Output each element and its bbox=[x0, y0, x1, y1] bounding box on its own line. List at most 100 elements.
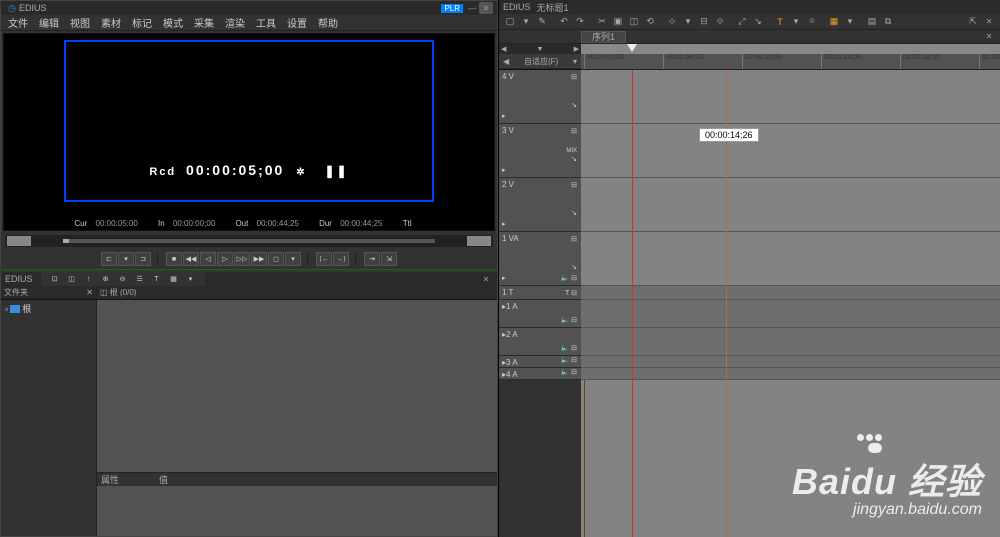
next-edit-button[interactable]: →⟩ bbox=[333, 252, 349, 266]
prev-edit-button[interactable]: ⟨← bbox=[316, 252, 332, 266]
track-header[interactable]: ▸4 A🔈 ⊟ bbox=[499, 368, 581, 380]
tl-snap-icon[interactable]: ⧉ bbox=[881, 15, 895, 29]
bin-folder-button[interactable]: ◫ bbox=[64, 272, 80, 286]
props-col-name: 属性 bbox=[101, 473, 119, 486]
bin-content-area[interactable]: ◫ 根 (0/0) 属性 值 bbox=[97, 286, 497, 536]
set-in-button[interactable]: ⊏ bbox=[101, 252, 117, 266]
track-lane[interactable] bbox=[581, 124, 1000, 178]
tl-export-icon[interactable]: ⇱ bbox=[966, 15, 980, 29]
nav-left-icon[interactable]: ◀ bbox=[501, 45, 506, 53]
menu-tool[interactable]: 工具 bbox=[251, 15, 281, 30]
bin-props-button[interactable]: ☰ bbox=[132, 272, 148, 286]
video-viewport[interactable]: Rcd 00:00:05;00 ✲ ❚❚ Cur 00:00:05;00 In … bbox=[3, 33, 495, 231]
fast-forward-button[interactable]: ▶▶ bbox=[251, 252, 267, 266]
tl-fade-icon[interactable]: ↘ bbox=[751, 15, 765, 29]
insert-button[interactable]: ⇥ bbox=[364, 252, 380, 266]
bin-root-item[interactable]: ▫ 根 bbox=[1, 300, 96, 317]
time-ruler[interactable]: 00:00:00;0000:00:08;0000:00:16;0000:00:2… bbox=[581, 44, 1000, 70]
seek-track[interactable] bbox=[63, 239, 435, 243]
tl-ripple-icon[interactable]: ⟲ bbox=[643, 15, 657, 29]
track-lane[interactable] bbox=[581, 286, 1000, 300]
playhead-line[interactable] bbox=[632, 70, 633, 537]
track-lane[interactable] bbox=[581, 178, 1000, 232]
dropdown-button[interactable]: ▾ bbox=[118, 252, 134, 266]
track-lane[interactable] bbox=[581, 300, 1000, 328]
loop-button[interactable]: ◻ bbox=[268, 252, 284, 266]
track-header[interactable]: 4 V⊟▸↘ bbox=[499, 70, 581, 124]
set-out-button[interactable]: ⊐ bbox=[135, 252, 151, 266]
menu-capture[interactable]: 采集 bbox=[189, 15, 219, 30]
track-lane[interactable] bbox=[581, 70, 1000, 124]
bin-search-button[interactable]: ⊡ bbox=[47, 272, 63, 286]
bin-folder-tree[interactable]: 文件夹✕ ▫ 根 bbox=[1, 286, 97, 536]
track-header[interactable]: 1 VA⊟🔈 ⊟▸↘ bbox=[499, 232, 581, 286]
next-frame-button[interactable]: ▷▷ bbox=[234, 252, 250, 266]
menu-clip[interactable]: 素材 bbox=[96, 15, 126, 30]
tl-splitdrop-icon[interactable]: ▾ bbox=[681, 15, 695, 29]
tl-title-icon[interactable]: T bbox=[773, 15, 787, 29]
seq-close-button[interactable]: ✕ bbox=[982, 31, 996, 43]
tl-copy-icon[interactable]: ▣ bbox=[611, 15, 625, 29]
tl-split-icon[interactable]: ⊹ bbox=[665, 15, 679, 29]
track-lane[interactable] bbox=[581, 232, 1000, 286]
play-button[interactable]: ▷ bbox=[217, 252, 233, 266]
prev-frame-button[interactable]: ◁ bbox=[200, 252, 216, 266]
track-lane[interactable] bbox=[581, 368, 1000, 380]
menu-render[interactable]: 渲染 bbox=[220, 15, 250, 30]
tl-layout-dropdown[interactable]: ▾ bbox=[843, 15, 857, 29]
track-header[interactable]: 3 V⊟MIX▸↘ bbox=[499, 124, 581, 178]
bin-up-button[interactable]: ↑ bbox=[81, 272, 97, 286]
tracks-area[interactable]: 00:00:14;26 bbox=[581, 70, 1000, 537]
tl-close-button[interactable]: ✕ bbox=[982, 16, 996, 28]
seek-bar[interactable] bbox=[5, 235, 493, 247]
menu-file[interactable]: 文件 bbox=[3, 15, 33, 30]
menu-view[interactable]: 视图 bbox=[65, 15, 95, 30]
tl-undo-icon[interactable]: ↶ bbox=[557, 15, 571, 29]
track-header[interactable]: 2 V⊟▸↘ bbox=[499, 178, 581, 232]
tl-redo-icon[interactable]: ↷ bbox=[573, 15, 587, 29]
bin-close-button[interactable]: ✕ bbox=[479, 273, 493, 285]
tl-cut-icon[interactable]: ✂ bbox=[595, 15, 609, 29]
nav-right-icon[interactable]: ▶ bbox=[574, 45, 579, 53]
tl-delete-icon[interactable]: ⊟ bbox=[697, 15, 711, 29]
track-header[interactable]: ▸3 A🔈 ⊟ bbox=[499, 356, 581, 368]
track-header[interactable]: ▸2 A🔈 ⊟ bbox=[499, 328, 581, 356]
tl-render-icon[interactable]: ▤ bbox=[865, 15, 879, 29]
tl-save-icon[interactable]: ✎ bbox=[535, 15, 549, 29]
tl-group-icon[interactable]: ⟐ bbox=[713, 15, 727, 29]
bin-tree-tab[interactable]: 文件夹✕ bbox=[1, 286, 96, 300]
nav-down-icon[interactable]: ▼ bbox=[537, 46, 544, 53]
menu-settings[interactable]: 设置 bbox=[282, 15, 312, 30]
tl-layout-icon[interactable]: ▦ bbox=[827, 15, 841, 29]
minimize-button[interactable]: — bbox=[465, 2, 479, 14]
menu-mode[interactable]: 模式 bbox=[158, 15, 188, 30]
rewind-button[interactable]: ◀◀ bbox=[183, 252, 199, 266]
menu-help[interactable]: 帮助 bbox=[313, 15, 343, 30]
menu-marker[interactable]: 标记 bbox=[127, 15, 157, 30]
tl-new-icon[interactable]: ▢ bbox=[503, 15, 517, 29]
menu-edit[interactable]: 编辑 bbox=[34, 15, 64, 30]
track-header[interactable]: ▸1 A🔈 ⊟ bbox=[499, 300, 581, 328]
bin-text-button[interactable]: T bbox=[149, 272, 165, 286]
playhead-caret[interactable] bbox=[627, 44, 637, 52]
loop-dropdown[interactable]: ▾ bbox=[285, 252, 301, 266]
bin-content-tab[interactable]: ◫ 根 (0/0) bbox=[97, 286, 497, 300]
tl-marker-icon[interactable]: ⌾ bbox=[805, 15, 819, 29]
bin-remove-button[interactable]: ⊖ bbox=[115, 272, 131, 286]
tl-transition-icon[interactable]: ⤢ bbox=[735, 15, 749, 29]
bin-view-button[interactable]: ▦ bbox=[166, 272, 182, 286]
star-icon: ✲ bbox=[296, 167, 306, 178]
bin-view-dropdown[interactable]: ▾ bbox=[183, 272, 199, 286]
bin-add-button[interactable]: ⊕ bbox=[98, 272, 114, 286]
track-lane[interactable] bbox=[581, 356, 1000, 368]
tl-paste-icon[interactable]: ◫ bbox=[627, 15, 641, 29]
track-header[interactable]: 1 TT ⊟ bbox=[499, 286, 581, 300]
track-lane[interactable] bbox=[581, 328, 1000, 356]
sequence-tab[interactable]: 序列1 bbox=[581, 31, 626, 43]
close-button[interactable]: ✕ bbox=[479, 2, 493, 14]
autofit-dropdown[interactable]: ◀自适应(F)▾ bbox=[499, 54, 581, 68]
stop-button[interactable]: ■ bbox=[166, 252, 182, 266]
tl-title-dropdown[interactable]: ▾ bbox=[789, 15, 803, 29]
overwrite-button[interactable]: ⇲ bbox=[381, 252, 397, 266]
tl-new-dropdown[interactable]: ▾ bbox=[519, 15, 533, 29]
